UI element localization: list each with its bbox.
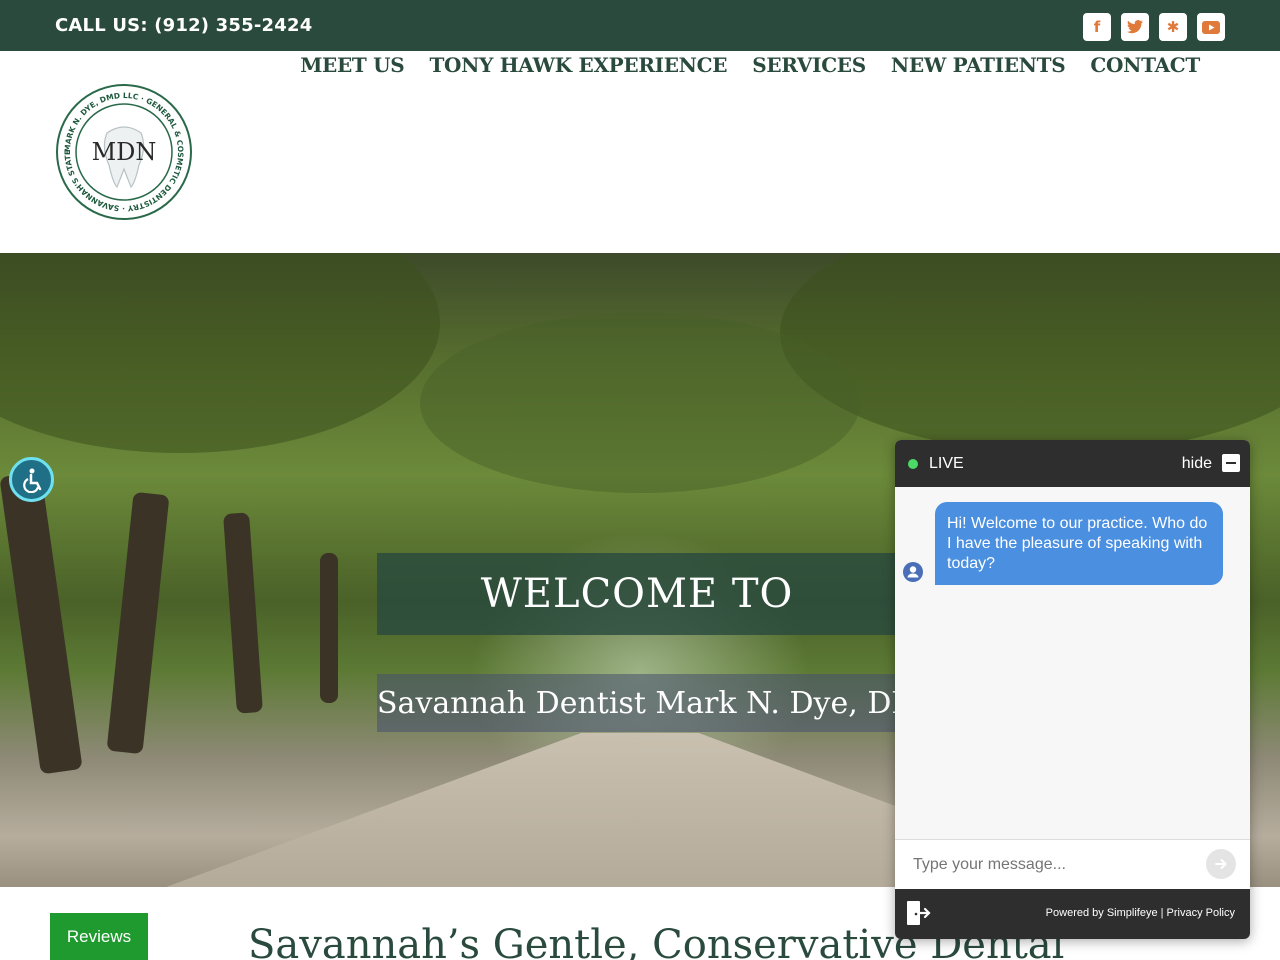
- yelp-icon[interactable]: ✱: [1159, 13, 1187, 41]
- minimize-icon[interactable]: [1222, 454, 1240, 472]
- practice-logo[interactable]: MARK N. DYE, DMD LLC · GENERAL & COSMETI…: [52, 76, 193, 221]
- chat-hide-label[interactable]: hide: [1182, 455, 1212, 473]
- twitter-icon[interactable]: [1121, 13, 1149, 41]
- nav-item-tony-hawk-experience[interactable]: TONY HAWK EXPERIENCE: [429, 53, 727, 77]
- hero-subtitle: Savannah Dentist Mark N. Dye, DMD: [377, 685, 947, 721]
- chat-input-area: [895, 839, 1250, 889]
- youtube-icon[interactable]: [1197, 13, 1225, 41]
- welcome-banner: WELCOME TO: [377, 553, 897, 635]
- site-header: MEET US TONY HAWK EXPERIENCE SERVICES NE…: [0, 51, 1280, 253]
- welcome-heading: WELCOME TO: [480, 571, 794, 617]
- chat-widget: LIVE hide Hi! Welcome to our practice. W…: [895, 440, 1250, 939]
- svg-text:MDN: MDN: [92, 138, 157, 166]
- nav-item-new-patients[interactable]: NEW PATIENTS: [891, 53, 1066, 77]
- send-icon[interactable]: [1206, 849, 1236, 879]
- powered-by-link[interactable]: Powered by Simplifeye | Privacy Policy: [1046, 907, 1235, 919]
- tree-trunk: [320, 553, 338, 703]
- exit-chat-icon[interactable]: [905, 899, 931, 932]
- tree-trunk: [106, 491, 170, 755]
- tree-canopy: [0, 253, 440, 453]
- top-bar: CALL US: (912) 355-2424 f ✱: [0, 0, 1280, 51]
- tree-trunk: [0, 471, 83, 775]
- accessibility-button[interactable]: [9, 457, 54, 502]
- tree-canopy: [420, 313, 860, 493]
- nav-item-contact[interactable]: CONTACT: [1090, 53, 1200, 77]
- chat-message: Hi! Welcome to our practice. Who do I ha…: [935, 502, 1223, 585]
- nav-item-meet-us[interactable]: MEET US: [300, 53, 405, 77]
- subtitle-banner: Savannah Dentist Mark N. Dye, DMD: [377, 674, 946, 732]
- live-status-dot: [908, 459, 918, 469]
- wheelchair-icon: [22, 468, 41, 493]
- agent-avatar-icon: [903, 562, 923, 582]
- facebook-icon[interactable]: f: [1083, 13, 1111, 41]
- tree-canopy: [780, 253, 1280, 453]
- social-links: f ✱: [1083, 13, 1225, 41]
- phone-number[interactable]: CALL US: (912) 355-2424: [55, 15, 312, 36]
- chat-message-input[interactable]: [913, 853, 1193, 877]
- reviews-button[interactable]: Reviews: [50, 913, 148, 960]
- chat-footer: Powered by Simplifeye | Privacy Policy: [895, 889, 1250, 939]
- chat-header: LIVE hide: [895, 440, 1250, 487]
- chat-status-label: LIVE: [929, 455, 964, 472]
- main-nav: MEET US TONY HAWK EXPERIENCE SERVICES NE…: [300, 53, 1200, 77]
- tree-trunk: [223, 512, 263, 714]
- nav-item-services[interactable]: SERVICES: [752, 53, 866, 77]
